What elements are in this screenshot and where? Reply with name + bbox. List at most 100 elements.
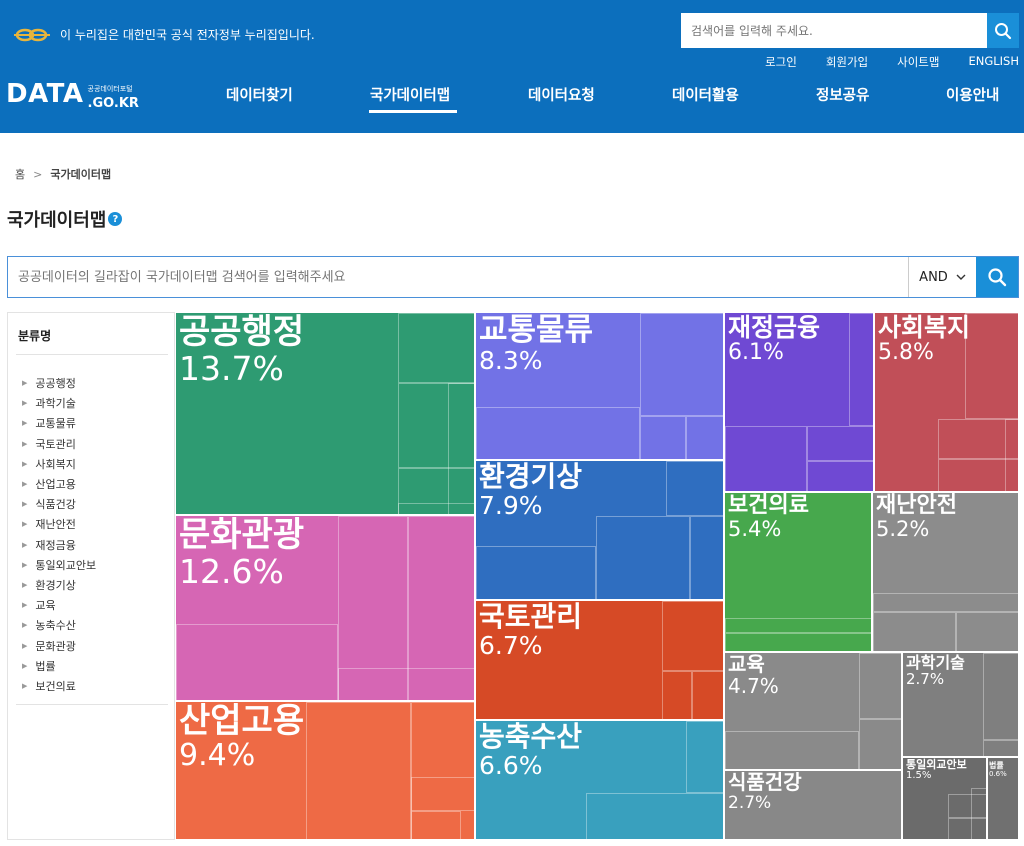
treemap-subcell[interactable] [306, 702, 411, 839]
sidebar-category-item[interactable]: ▶ 법률 [22, 656, 96, 676]
sitemap-link[interactable]: 사이트맵 [897, 54, 939, 70]
treemap-subcell[interactable] [725, 731, 859, 769]
treemap-subcell[interactable] [849, 313, 873, 426]
treemap-subcell[interactable] [971, 788, 986, 839]
help-icon[interactable]: ? [108, 212, 123, 226]
operator-value: AND [919, 269, 948, 285]
top-search-input[interactable] [681, 13, 987, 48]
treemap-subcell[interactable] [411, 811, 461, 839]
treemap-subcell[interactable] [686, 721, 723, 793]
treemap-subcell[interactable] [983, 653, 1018, 740]
treemap-subcell[interactable] [807, 426, 873, 461]
sidebar-category-item[interactable]: ▶ 산업고용 [22, 474, 96, 494]
treemap-subcell[interactable] [859, 719, 901, 769]
site-logo[interactable]: DATA 공공데이터포털 .GO.KR [6, 78, 139, 110]
nav-data-request[interactable]: 데이터요청 [528, 84, 595, 105]
treemap-subcell[interactable] [176, 624, 338, 700]
treemap-cell[interactable]: 재정금융 6.1% [724, 312, 874, 492]
treemap-subcell[interactable] [725, 633, 871, 651]
sidebar-category-label: 사회복지 [35, 457, 76, 471]
treemap-subcell[interactable] [586, 793, 723, 839]
data-treemap: 공공행정 13.7% 문화관광 12.6% 산업고용 9.4% 교통물류 8.3% 환경기상 7.… [175, 312, 1019, 840]
treemap-cell[interactable]: 공공행정 13.7% [175, 312, 475, 515]
breadcrumb-home[interactable]: 홈 [15, 166, 25, 182]
treemap-cell[interactable]: 재난안전 5.2% [872, 492, 1019, 652]
treemap-cell[interactable]: 국토관리 6.7% [475, 600, 724, 720]
gov-symbol-icon [14, 28, 50, 41]
nav-info-share[interactable]: 정보공유 [816, 84, 869, 105]
treemap-subcell[interactable] [725, 618, 871, 633]
top-search-button[interactable] [987, 13, 1019, 48]
treemap-subcell[interactable] [956, 612, 1018, 651]
nav-guide[interactable]: 이용안내 [946, 84, 999, 105]
treemap-subcell[interactable] [859, 653, 901, 719]
treemap-subcell[interactable] [686, 416, 723, 459]
sidebar-divider [16, 354, 168, 355]
treemap-subcell[interactable] [965, 313, 1018, 419]
treemap-subcell[interactable] [640, 313, 723, 416]
treemap-subcell[interactable] [1005, 419, 1018, 491]
treemap-category-percent: 6.6% [479, 751, 543, 781]
treemap-cell[interactable]: 사회복지 5.8% [874, 312, 1019, 492]
signup-link[interactable]: 회원가입 [826, 54, 868, 70]
treemap-cell[interactable]: 문화관광 12.6% [175, 515, 475, 701]
english-link[interactable]: ENGLISH [968, 54, 1019, 70]
treemap-cell[interactable]: 통일외교안보 1.5% [902, 757, 987, 840]
sidebar-category-item[interactable]: ▶ 문화관광 [22, 635, 96, 655]
search-icon [988, 268, 1007, 287]
operator-select[interactable]: AND [908, 257, 976, 297]
treemap-subcell[interactable] [476, 546, 596, 599]
treemap-cell-label: 재난안전 5.2% [876, 494, 957, 540]
treemap-subcell[interactable] [873, 593, 1018, 612]
sidebar-category-item[interactable]: ▶ 사회복지 [22, 454, 96, 474]
sidebar-category-item[interactable]: ▶ 국토관리 [22, 434, 96, 454]
sidebar-category-item[interactable]: ▶ 재난안전 [22, 514, 96, 534]
login-link[interactable]: 로그인 [765, 54, 797, 70]
sidebar-category-item[interactable]: ▶ 교통물류 [22, 413, 96, 433]
sidebar-category-item[interactable]: ▶ 교육 [22, 595, 96, 615]
treemap-category-name: 식품건강 [728, 770, 802, 794]
treemap-subcell[interactable] [338, 668, 474, 700]
treemap-subcell[interactable] [807, 461, 873, 491]
nav-data-use[interactable]: 데이터활용 [672, 84, 739, 105]
treemap-subcell[interactable] [596, 516, 690, 599]
treemap-cell[interactable]: 과학기술 2.7% [902, 652, 1019, 757]
treemap-subcell[interactable] [662, 671, 692, 719]
treemap-cell[interactable]: 보건의료 5.4% [724, 492, 872, 652]
treemap-cell[interactable]: 농축수산 6.6% [475, 720, 724, 840]
treemap-cell[interactable]: 교육 4.7% [724, 652, 902, 770]
treemap-subcell[interactable] [476, 407, 640, 459]
treemap-subcell[interactable] [725, 426, 807, 491]
treemap-cell[interactable]: 산업고용 9.4% [175, 701, 475, 840]
treemap-subcell[interactable] [411, 777, 474, 811]
treemap-subcell[interactable] [662, 601, 723, 671]
treemap-cell[interactable]: 식품건강 2.7% [724, 770, 902, 840]
nav-data-search[interactable]: 데이터찾기 [226, 84, 293, 105]
sidebar-category-item[interactable]: ▶ 농축수산 [22, 615, 96, 635]
treemap-subcell[interactable] [448, 383, 474, 514]
triangle-right-icon: ▶ [22, 520, 28, 529]
treemap-cell[interactable]: 법률 0.6% [987, 757, 1019, 840]
sidebar-category-item[interactable]: ▶ 환경기상 [22, 575, 96, 595]
treemap-subcell[interactable] [690, 516, 723, 599]
treemap-cell[interactable]: 환경기상 7.9% [475, 460, 724, 600]
treemap-cell-label: 공공행정 13.7% [179, 314, 304, 386]
treemap-subcell[interactable] [692, 671, 723, 719]
sidebar-category-item[interactable]: ▶ 보건의료 [22, 676, 96, 696]
treemap-subcell[interactable] [640, 416, 686, 459]
treemap-subcell[interactable] [398, 313, 474, 383]
treemap-subcell[interactable] [983, 740, 1018, 756]
sidebar-category-label: 재정금융 [35, 538, 76, 552]
treemap-subcell[interactable] [666, 461, 723, 516]
sidebar-category-item[interactable]: ▶ 과학기술 [22, 393, 96, 413]
sidebar-category-item[interactable]: ▶ 재정금융 [22, 535, 96, 555]
sidebar-category-item[interactable]: ▶ 식품건강 [22, 494, 96, 514]
map-search-button[interactable] [976, 257, 1018, 297]
sidebar-category-item[interactable]: ▶ 공공행정 [22, 373, 96, 393]
treemap-subcell[interactable] [398, 503, 474, 514]
nav-national-data-map[interactable]: 국가데이터맵 [370, 84, 450, 105]
sidebar-category-item[interactable]: ▶ 통일외교안보 [22, 555, 96, 575]
map-search-input[interactable] [8, 257, 908, 297]
treemap-cell[interactable]: 교통물류 8.3% [475, 312, 724, 460]
treemap-subcell[interactable] [873, 612, 956, 651]
